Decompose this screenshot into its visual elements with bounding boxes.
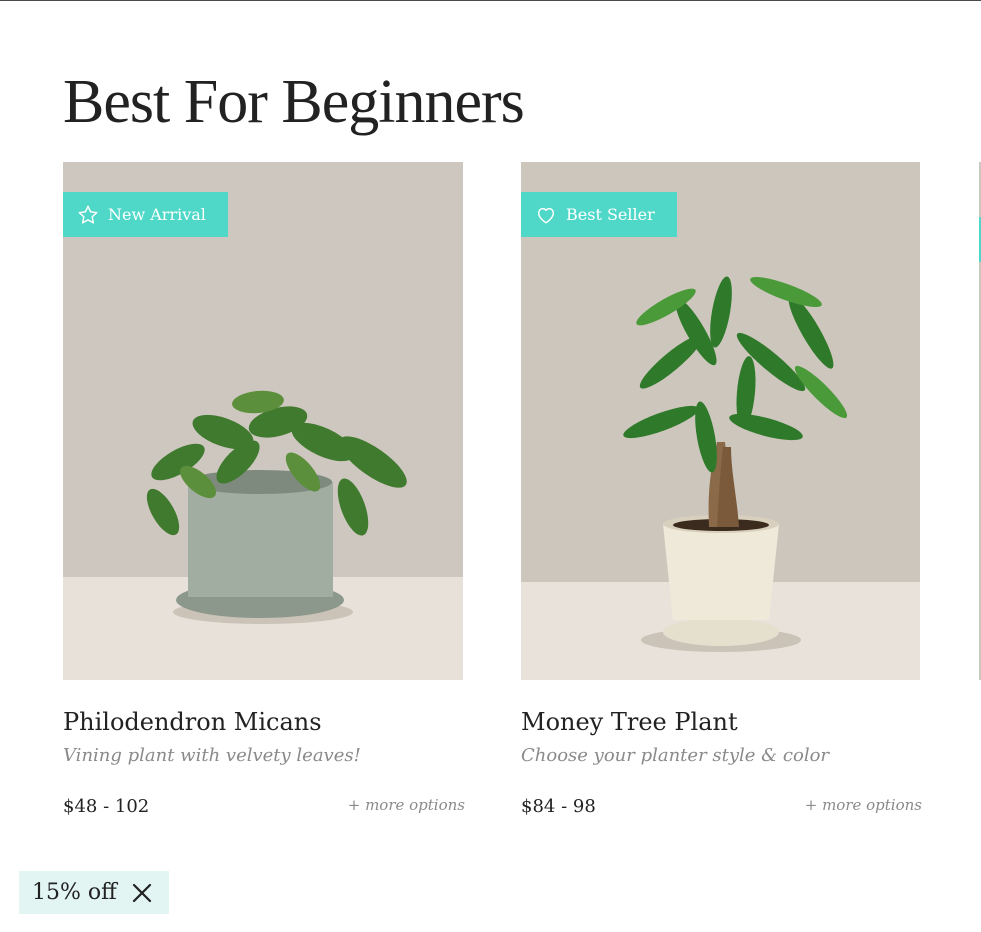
badge-label: Best Seller — [566, 205, 655, 224]
product-card-money-tree[interactable]: Best Seller Money Tree Plant Choose your… — [521, 162, 922, 817]
star-icon — [77, 204, 99, 226]
product-image[interactable]: New Arrival — [63, 162, 463, 680]
discount-promo-button[interactable]: 15% off — [19, 871, 169, 914]
product-price: $48 - 102 — [63, 796, 150, 817]
product-description: Vining plant with velvety leaves! — [63, 745, 361, 766]
product-name[interactable]: Money Tree Plant — [521, 708, 738, 736]
top-divider — [0, 0, 981, 1]
product-price: $84 - 98 — [521, 796, 596, 817]
heart-icon — [535, 204, 557, 226]
close-icon[interactable] — [131, 882, 153, 904]
product-image[interactable]: Best Seller — [521, 162, 920, 680]
discount-label[interactable]: 15% off — [32, 880, 117, 905]
product-description: Choose your planter style & color — [521, 745, 830, 766]
product-name[interactable]: Philodendron Micans — [63, 708, 322, 736]
best-seller-badge: Best Seller — [521, 192, 677, 237]
badge-label: New Arrival — [108, 205, 206, 224]
more-options-link[interactable]: + more options — [805, 796, 922, 814]
section-title: Best For Beginners — [63, 68, 525, 136]
product-card-philodendron[interactable]: New Arrival Philodendron Micans Vining p… — [63, 162, 465, 817]
new-arrival-badge: New Arrival — [63, 192, 228, 237]
more-options-link[interactable]: + more options — [348, 796, 465, 814]
